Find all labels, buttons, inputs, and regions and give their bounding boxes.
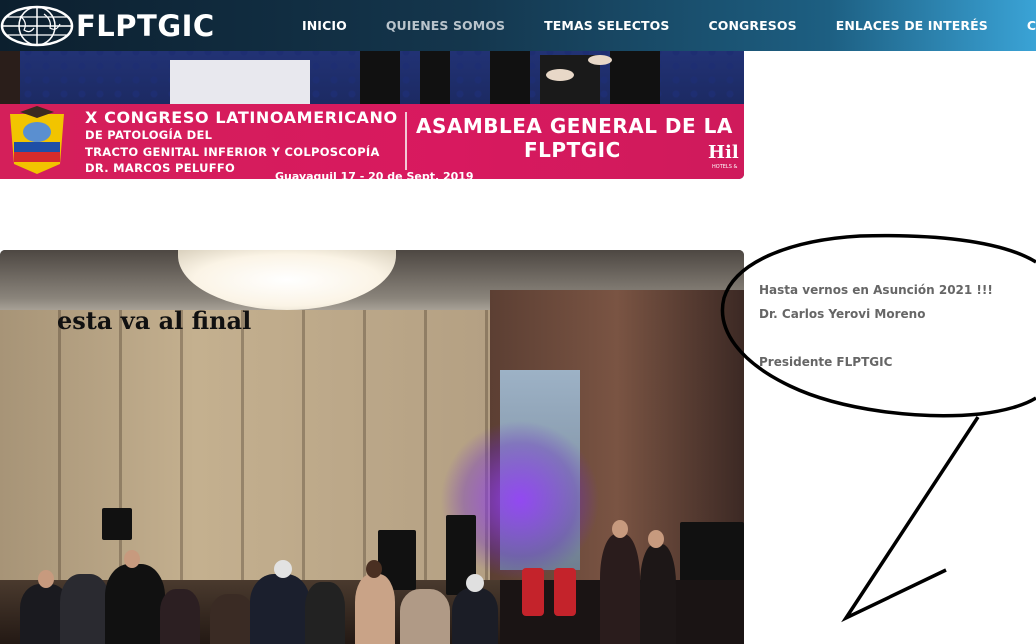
site-logo[interactable]: FLPTGIC	[0, 0, 215, 51]
banner-subtitle-2: TRACTO GENITAL INFERIOR Y COLPOSCOPÍA	[85, 145, 380, 159]
banner-assembly-org: FLPTGIC	[524, 138, 621, 162]
banner-hotel-logo: Hil	[708, 142, 739, 163]
ecuador-flag-emblem-icon	[0, 104, 74, 179]
musician-head	[648, 530, 664, 548]
banner-divider	[405, 112, 407, 170]
nav-item-quienes-somos[interactable]: QUIENES SOMOS	[386, 18, 505, 33]
guest	[210, 594, 254, 644]
speaker-left	[102, 508, 132, 540]
nav-item-congresos[interactable]: CONGRESOS	[708, 18, 796, 33]
farewell-line: Hasta vernos en Asunción 2021 !!!	[759, 283, 993, 297]
guest-head	[274, 560, 292, 578]
author-title: Presidente FLPTGIC	[759, 355, 893, 369]
guest-head	[38, 570, 54, 588]
guest	[160, 589, 200, 644]
musician	[640, 544, 676, 644]
guest	[250, 574, 310, 644]
guest-head	[124, 550, 140, 568]
ballroom-wall-panels	[0, 310, 490, 580]
guest	[452, 588, 498, 644]
ballroom-party-image: esta va al final	[0, 250, 744, 644]
image-caption: esta va al final	[57, 306, 252, 335]
nav-item-contacto[interactable]: CONTAC	[1027, 18, 1036, 33]
guest	[355, 574, 395, 644]
guest-head	[466, 574, 484, 592]
side-message: Hasta vernos en Asunción 2021 !!! Dr. Ca…	[759, 278, 993, 374]
nav-item-enlaces[interactable]: ENLACES DE INTERÉS	[836, 18, 988, 33]
musician-head	[612, 520, 628, 538]
logo-text: FLPTGIC	[76, 8, 215, 43]
banner-subtitle-1: DE PATOLOGÍA DEL	[85, 128, 213, 142]
banner-hotel-sub: HOTELS &	[712, 164, 738, 170]
musician	[600, 534, 640, 644]
guest-head	[366, 560, 382, 578]
site-header: FLPTGIC INICIO QUIENES SOMOS TEMAS SELEC…	[0, 0, 1036, 51]
author-name: Dr. Carlos Yerovi Moreno	[759, 307, 926, 321]
nav-item-inicio[interactable]: INICIO	[302, 18, 347, 33]
nav-item-temas-selectos[interactable]: TEMAS SELECTOS	[544, 18, 669, 33]
guest	[105, 564, 165, 644]
guest	[400, 589, 450, 644]
banner-congress-title: X CONGRESO LATINOAMERICANO	[85, 108, 398, 127]
dancing-crowd	[0, 520, 744, 644]
guest	[305, 582, 345, 644]
banner-assembly-title: ASAMBLEA GENERAL DE LA	[416, 114, 733, 138]
main-nav: INICIO QUIENES SOMOS TEMAS SELECTOS CONG…	[302, 0, 1036, 51]
guest	[60, 574, 110, 644]
banner-date: Guayaquil 17 - 20 de Sept. 2019	[275, 170, 474, 179]
banner-subtitle-3: DR. MARCOS PELUFFO	[85, 161, 236, 175]
globe-logo-icon	[0, 5, 74, 46]
